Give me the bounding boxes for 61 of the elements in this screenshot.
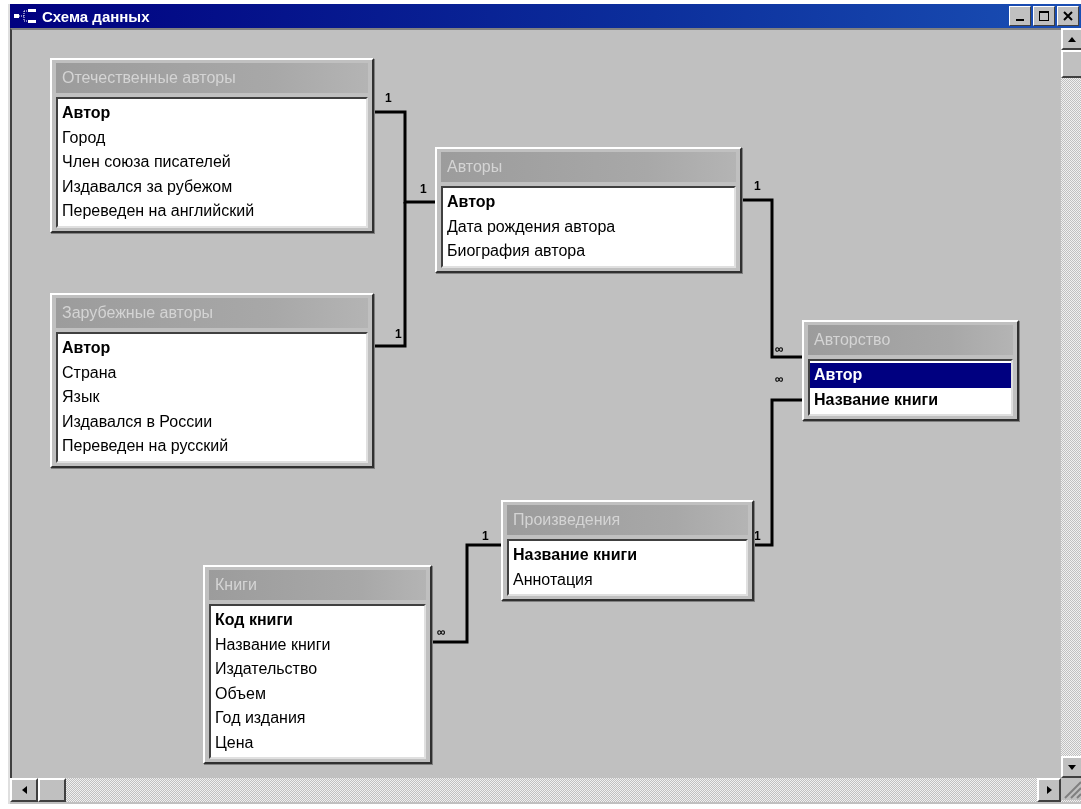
- field-item[interactable]: Страна: [58, 360, 366, 385]
- field-item[interactable]: Автор: [58, 336, 366, 361]
- relationship-line[interactable]: [374, 110, 435, 204]
- relationship-line[interactable]: [742, 198, 802, 359]
- field-item[interactable]: Аннотация: [509, 567, 746, 592]
- field-item[interactable]: Объем: [211, 681, 424, 706]
- scroll-right-button[interactable]: [1037, 778, 1061, 802]
- field-item[interactable]: Переведен на английский: [58, 199, 366, 224]
- field-item[interactable]: Дата рождения автора: [443, 214, 734, 239]
- maximize-icon: [1039, 11, 1049, 21]
- field-item[interactable]: Издавался в России: [58, 409, 366, 434]
- vertical-scrollbar[interactable]: [1061, 28, 1081, 778]
- scroll-up-button[interactable]: [1061, 28, 1081, 50]
- close-button[interactable]: [1057, 6, 1079, 26]
- left-arrow-icon: [21, 786, 27, 794]
- cardinality-label: 1: [482, 530, 489, 542]
- field-item[interactable]: Издательство: [211, 657, 424, 682]
- field-item[interactable]: Город: [58, 125, 366, 150]
- field-item[interactable]: Переведен на русский: [58, 434, 366, 459]
- size-grip-icon[interactable]: [1061, 778, 1081, 800]
- cardinality-label: 1: [395, 328, 402, 340]
- table-window[interactable]: Авторство Автор Название книги: [802, 320, 1019, 421]
- scroll-thumb[interactable]: [38, 778, 66, 802]
- cardinality-label: ∞: [775, 373, 784, 385]
- horizontal-scrollbar[interactable]: [10, 778, 1081, 804]
- field-item[interactable]: Член союза писателей: [58, 150, 366, 175]
- field-item[interactable]: Биография автора: [443, 239, 734, 264]
- cardinality-label: 1: [385, 92, 392, 104]
- field-item[interactable]: Автор: [810, 363, 1011, 388]
- relationship-line[interactable]: [432, 543, 501, 644]
- maximize-button[interactable]: [1033, 6, 1055, 26]
- relationships-icon: [14, 9, 36, 23]
- cardinality-label: 1: [420, 183, 427, 195]
- cardinality-label: ∞: [437, 626, 446, 638]
- scroll-thumb[interactable]: [1061, 50, 1081, 78]
- cardinality-label: ∞: [775, 343, 784, 355]
- scroll-left-button[interactable]: [10, 778, 38, 802]
- close-icon: [1063, 11, 1073, 21]
- minimize-icon: [1016, 19, 1024, 21]
- table-window[interactable]: Авторы Автор Дата рождения автора Биография автора: [435, 147, 742, 273]
- field-item[interactable]: Год издания: [211, 706, 424, 731]
- field-item[interactable]: Автор: [443, 190, 734, 215]
- table-window[interactable]: Книги Код книги Название книги Издательство Объем Год издания Цена: [203, 565, 432, 764]
- cardinality-label: 1: [754, 180, 761, 192]
- field-item[interactable]: Цена: [211, 730, 424, 755]
- right-arrow-icon: [1046, 786, 1052, 794]
- field-item[interactable]: Название книги: [211, 632, 424, 657]
- cardinality-label: 1: [754, 530, 761, 542]
- field-item[interactable]: Название книги: [509, 543, 746, 568]
- down-arrow-icon: [1068, 764, 1076, 770]
- field-item[interactable]: Название книги: [810, 387, 1011, 412]
- field-item[interactable]: Код книги: [211, 608, 424, 633]
- scroll-down-button[interactable]: [1061, 756, 1081, 778]
- field-item[interactable]: Язык: [58, 385, 366, 410]
- window-title: Схема данных: [42, 7, 151, 25]
- field-item[interactable]: Автор: [58, 101, 366, 126]
- field-item[interactable]: Издавался за рубежом: [58, 174, 366, 199]
- relationship-line[interactable]: [754, 398, 802, 547]
- up-arrow-icon: [1068, 36, 1076, 42]
- minimize-button[interactable]: [1009, 6, 1031, 26]
- relationship-line[interactable]: [374, 202, 407, 348]
